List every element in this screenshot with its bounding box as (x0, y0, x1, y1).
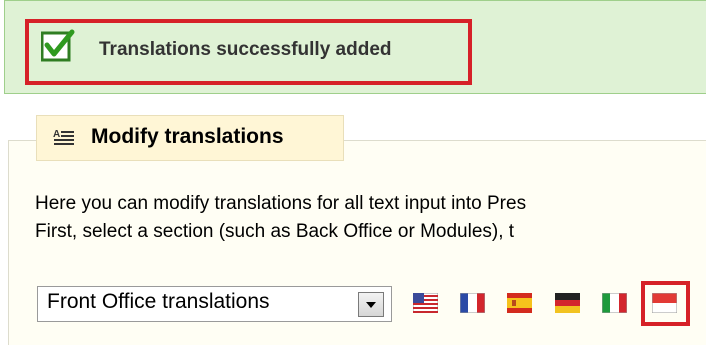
italy-flag-icon[interactable] (602, 293, 627, 313)
germany-flag-icon[interactable] (555, 293, 580, 313)
text-lines-icon: A (53, 129, 74, 145)
svg-text:A: A (53, 129, 60, 140)
section-select-value: Front Office translations (47, 290, 270, 313)
panel-title: Modify translations (91, 125, 284, 148)
checkbox-check-icon (41, 29, 75, 62)
select-dropdown-button[interactable] (358, 292, 384, 317)
success-message: Translations successfully added (99, 39, 392, 60)
description-line-1: Here you can modify translations for all… (35, 193, 527, 214)
description-line-2: First, select a section (such as Back Of… (35, 221, 515, 242)
france-flag-icon[interactable] (460, 293, 485, 313)
chevron-down-icon (366, 302, 376, 308)
spain-flag-icon[interactable] (507, 293, 532, 313)
us-flag-icon[interactable] (413, 293, 438, 313)
flag-highlight-box (641, 281, 690, 326)
